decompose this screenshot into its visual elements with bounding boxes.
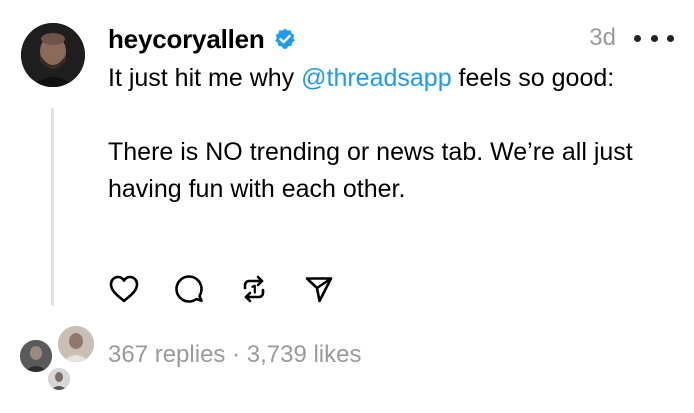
more-options-icon[interactable] xyxy=(634,26,674,50)
post-text-end: feels so good: xyxy=(451,64,615,92)
verified-badge-icon xyxy=(273,27,297,51)
author-avatar[interactable] xyxy=(21,23,85,87)
replier-avatar xyxy=(46,366,72,392)
comment-icon xyxy=(175,275,203,303)
send-icon xyxy=(305,277,333,303)
heart-icon xyxy=(109,275,139,303)
post-actions xyxy=(108,273,368,305)
stats-separator: · xyxy=(225,341,247,368)
thread-line xyxy=(51,108,54,306)
thread-post: heycoryallen 3d It just hit me why @thre… xyxy=(0,0,694,413)
replies-count[interactable]: 367 replies xyxy=(108,341,225,368)
reply-button[interactable] xyxy=(173,273,205,305)
replier-avatar xyxy=(56,324,96,364)
post-header: heycoryallen xyxy=(108,21,297,57)
post-stats: 367 replies · 3,739 likes xyxy=(108,341,362,369)
repost-icon xyxy=(243,275,265,303)
post-body: It just hit me why @threadsapp feels so … xyxy=(108,60,668,208)
replier-avatar xyxy=(18,338,54,374)
likes-count[interactable]: 3,739 likes xyxy=(247,341,362,368)
more-dot xyxy=(667,34,674,42)
repost-button[interactable] xyxy=(238,273,270,305)
like-button[interactable] xyxy=(108,273,140,305)
post-paragraph-2: There is NO trending or news tab. We’re … xyxy=(108,138,633,203)
share-button[interactable] xyxy=(303,273,335,305)
username[interactable]: heycoryallen xyxy=(108,24,265,55)
replier-avatars[interactable] xyxy=(14,322,96,392)
more-dot xyxy=(650,34,658,42)
mention-link[interactable]: @threadsapp xyxy=(301,64,451,92)
post-timestamp[interactable]: 3d xyxy=(589,24,616,52)
author-avatar-image xyxy=(21,23,85,87)
more-dot xyxy=(634,34,641,42)
post-text-start: It just hit me why xyxy=(108,64,302,92)
post-paragraph-1: It just hit me why @threadsapp feels so … xyxy=(108,60,668,97)
